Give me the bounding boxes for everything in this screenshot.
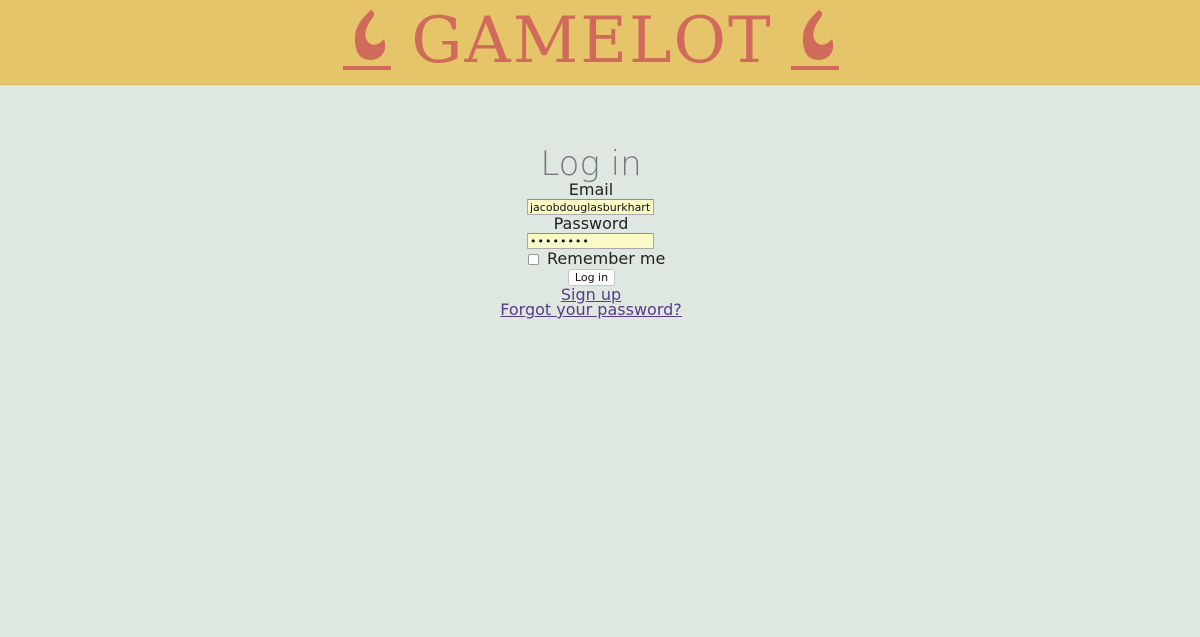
page-title: Log in: [540, 144, 642, 184]
site-header: GAMELOT: [0, 0, 1200, 85]
remember-me-label: Remember me: [547, 249, 666, 268]
flame-icon: [791, 10, 839, 70]
brand-title: GAMELOT: [411, 4, 773, 78]
password-field[interactable]: [527, 233, 654, 249]
login-button[interactable]: Log in: [568, 269, 615, 286]
remember-me-checkbox[interactable]: [528, 254, 539, 265]
password-label: Password: [553, 214, 629, 233]
forgot-password-link[interactable]: Forgot your password?: [500, 300, 682, 319]
remember-me-row[interactable]: Remember me: [527, 250, 667, 268]
brand-logo[interactable]: GAMELOT: [0, 0, 1200, 84]
flame-icon: [343, 10, 391, 70]
forgot-password-link-row: Forgot your password?: [0, 301, 1182, 319]
email-label: Email: [568, 180, 614, 199]
email-field[interactable]: [527, 199, 654, 215]
